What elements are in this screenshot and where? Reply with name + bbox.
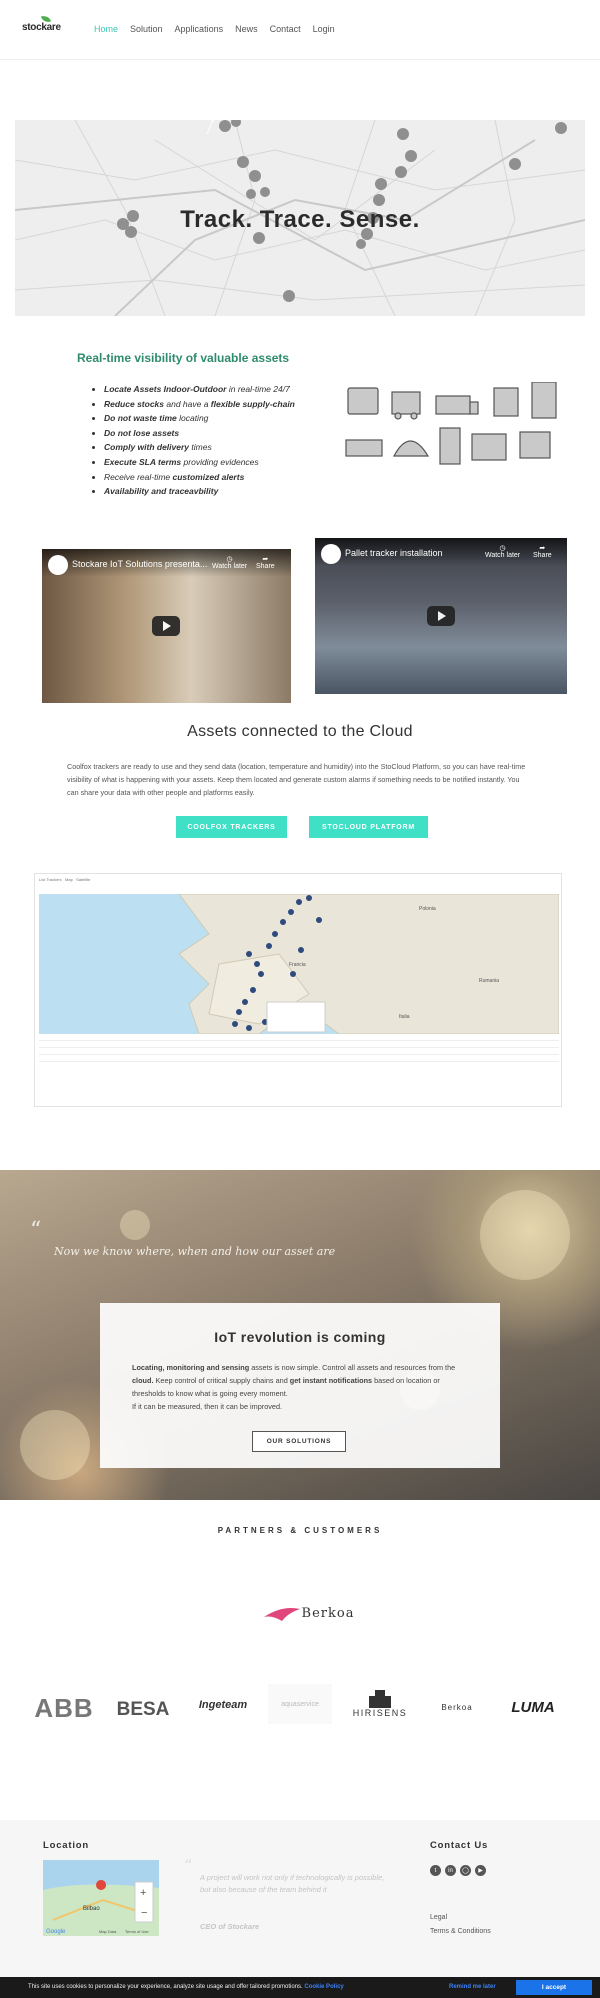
svg-text:Terms of Use: Terms of Use [125, 1929, 149, 1934]
clock-icon: ◷ [499, 545, 506, 552]
site-header: stockare Home Solution Applications News… [0, 0, 600, 60]
video-player-2[interactable]: Pallet tracker installation ◷ Watch later… [315, 538, 567, 694]
assets-illustration [345, 382, 557, 465]
channel-logo[interactable] [48, 555, 68, 575]
watch-later-button[interactable]: ◷ Watch later [485, 544, 520, 559]
video-title[interactable]: Stockare IoT Solutions presenta... [72, 559, 207, 569]
video-title[interactable]: Pallet tracker installation [345, 548, 443, 558]
ingeteam-logo: Ingeteam [198, 1699, 248, 1711]
our-solutions-button[interactable]: OUR SOLUTIONS [252, 1431, 346, 1452]
quote-icon: “ [30, 1218, 42, 1243]
coolfox-trackers-button[interactable]: COOLFOX TRACKERS [176, 816, 287, 838]
location-map[interactable]: + − Bilbao Google Map Data Terms of Use [43, 1860, 159, 1936]
berkoa-featured-logo: Berkoa [250, 1600, 366, 1626]
footer-quote-author: CEO of Stockare [200, 1922, 260, 1931]
besa-logo: BESA [116, 1699, 170, 1720]
assets-list: Locate Assets Indoor-Outdoor in real-tim… [104, 382, 295, 499]
svg-text:Map Data: Map Data [99, 1929, 117, 1934]
hirisens-building-icon [369, 1690, 391, 1708]
google-map-graphic: + − Bilbao Google Map Data Terms of Use [43, 1860, 159, 1936]
europe-map: Polonia Francia Italia Rumania [178, 894, 559, 1034]
iot-card: IoT revolution is coming Locating, monit… [100, 1303, 500, 1468]
dashboard-tabs: List Trackers Map Satellite [39, 877, 91, 882]
nav-contact[interactable]: Contact [270, 24, 301, 34]
share-icon: ➦ [539, 545, 546, 552]
share-button[interactable]: ➦ Share [533, 544, 552, 559]
svg-text:Bilbao: Bilbao [83, 1906, 100, 1912]
contact-title: Contact Us [430, 1840, 489, 1851]
asset-item: Execute SLA terms providing evidences [104, 455, 295, 470]
linkedin-icon[interactable]: in [445, 1865, 456, 1876]
hirisens-logo: HIRISENS [344, 1684, 416, 1724]
nav-solution[interactable]: Solution [130, 24, 163, 34]
location-title: Location [43, 1840, 89, 1851]
svg-text:+: + [140, 1887, 146, 1899]
stocloud-platform-button[interactable]: STOCLOUD PLATFORM [309, 816, 428, 838]
youtube-icon[interactable]: ▶ [475, 1865, 486, 1876]
hero-title: Track. Trace. Sense. [180, 206, 420, 233]
aquaservice-logo: aquaservice [268, 1684, 332, 1724]
cloud-title: Assets connected to the Cloud [187, 723, 413, 740]
watch-later-button[interactable]: ◷ Watch later [212, 555, 247, 570]
svg-text:−: − [141, 1907, 147, 1919]
clock-icon: ◷ [226, 556, 233, 563]
dashboard-table [39, 1040, 559, 1068]
instagram-icon[interactable]: ◯ [460, 1865, 471, 1876]
abb-logo: ABB [34, 1692, 94, 1723]
platform-dashboard-screenshot: List Trackers Map Satellite Polonia Fran… [34, 873, 562, 1107]
svg-text:Francia: Francia [289, 962, 306, 968]
berkoa-logo: Berkoa [441, 1702, 473, 1712]
banner-quote: Now we know where, when and how our asse… [54, 1245, 336, 1258]
asset-item: Reduce stocks and have a flexible supply… [104, 397, 295, 412]
twitter-icon[interactable]: t [430, 1865, 441, 1876]
channel-logo[interactable] [321, 544, 341, 564]
cookie-text: This site uses cookies to personalize yo… [28, 1984, 344, 1990]
hero-map: Track. Trace. Sense. [15, 120, 585, 316]
iot-description: Locating, monitoring and sensing assets … [132, 1363, 456, 1411]
share-button[interactable]: ➦ Share [256, 555, 275, 570]
svg-text:Rumania: Rumania [479, 978, 499, 984]
video-player-1[interactable]: Stockare IoT Solutions presenta... ◷ Watc… [42, 549, 291, 703]
legal-link[interactable]: Legal [430, 1914, 447, 1921]
share-icon: ➦ [262, 556, 269, 563]
asset-item: Locate Assets Indoor-Outdoor in real-tim… [104, 382, 295, 397]
stockare-logo[interactable]: stockare [22, 13, 61, 33]
iot-title: IoT revolution is coming [214, 1329, 386, 1345]
terms-link[interactable]: Terms & Conditions [430, 1928, 491, 1935]
logo-text: stockare [22, 22, 61, 33]
nav-applications[interactable]: Applications [175, 24, 224, 34]
asset-item: Comply with delivery times [104, 440, 295, 455]
footer-quote: A project will work not only if technolo… [200, 1873, 385, 1894]
cookie-policy-link[interactable]: Cookie Policy [304, 1984, 343, 1990]
cookie-banner: This site uses cookies to personalize yo… [0, 1977, 600, 1998]
asset-item: Do not waste time locating [104, 411, 295, 426]
luma-logo: LUMA [511, 1698, 555, 1716]
play-button[interactable] [152, 616, 180, 636]
svg-text:Google: Google [46, 1929, 66, 1935]
dashboard-map: Polonia Francia Italia Rumania [39, 894, 559, 1034]
nav-login[interactable]: Login [313, 24, 335, 34]
footer-quote-icon: “ [184, 1856, 193, 1875]
play-button[interactable] [427, 606, 455, 626]
svg-text:Italia: Italia [399, 1014, 410, 1020]
berkoa-swoosh-icon [263, 1608, 300, 1621]
svg-text:Polonia: Polonia [419, 906, 436, 912]
partners-title: PARTNERS & CUSTOMERS [217, 1526, 383, 1535]
assets-title: Real-time visibility of valuable assets [77, 351, 290, 365]
asset-item: Receive real-time customized alerts [104, 470, 295, 485]
asset-item: Availability and traceavbility [104, 484, 295, 499]
cloud-description: Coolfox trackers are ready to use and th… [67, 762, 526, 797]
remind-later-button[interactable]: Remind me later [449, 1984, 496, 1990]
nav-home[interactable]: Home [94, 24, 118, 34]
nav-news[interactable]: News [235, 24, 258, 34]
main-nav: Home Solution Applications News Contact … [94, 24, 335, 34]
accept-cookies-button[interactable]: I accept [516, 1980, 592, 1995]
asset-item: Do not lose assets [104, 426, 295, 441]
